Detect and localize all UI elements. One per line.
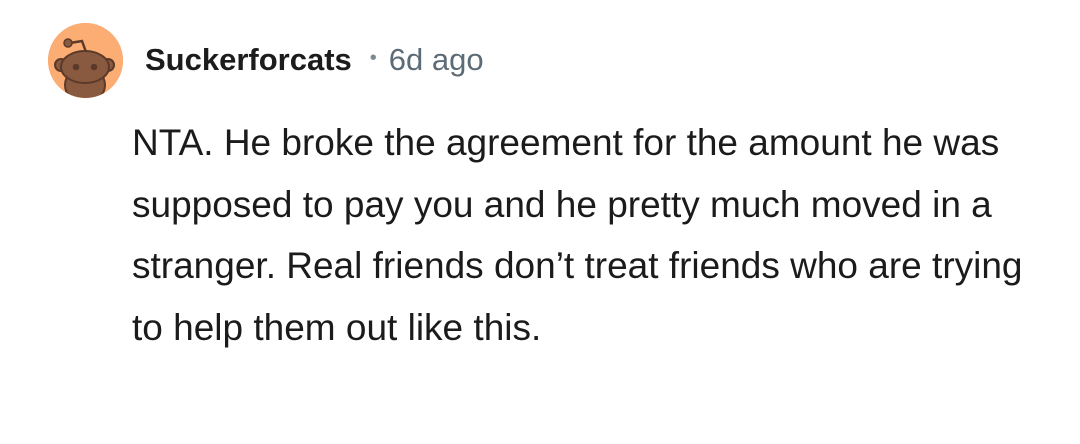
comment-author[interactable]: Suckerforcats [145,42,352,78]
comment-card: Suckerforcats • 6d ago NTA. He broke the… [0,0,1080,444]
avatar[interactable] [48,22,123,98]
comment-body: NTA. He broke the agreement for the amou… [132,122,1023,348]
comment-header: Suckerforcats • 6d ago [48,22,484,98]
reddit-snoo-avatar-icon [48,22,123,98]
comment-timestamp: 6d ago [388,42,484,77]
meta-separator: • [369,47,377,69]
